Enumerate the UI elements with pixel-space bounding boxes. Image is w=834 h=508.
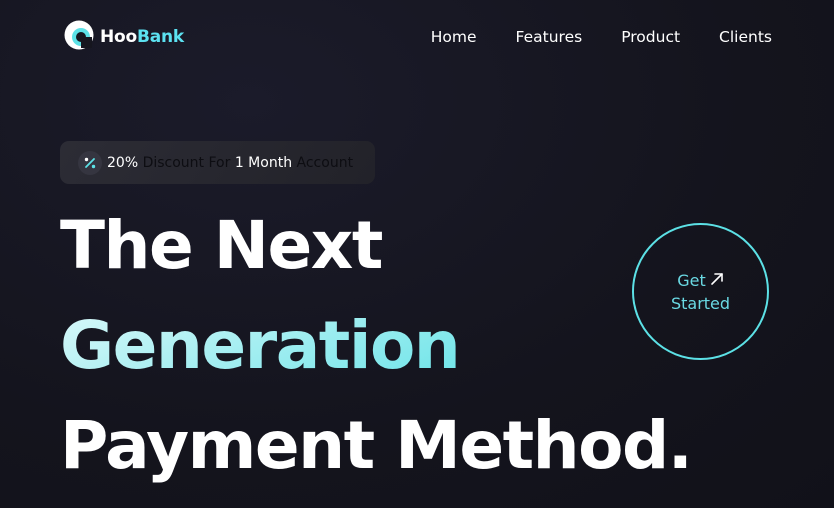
arrow-up-right-icon [710,269,724,292]
hero-heading: The Next Generation Payment Method. [60,196,693,496]
get-started-row-2: Started [671,292,730,315]
hero-line-1: The Next [60,207,383,284]
nav-links: Home Features Product Clients [431,28,772,46]
discount-duration: 1 Month [234,154,293,171]
landing-page: HooBank Home Features Product Clients 20… [0,0,834,508]
discount-text: Discount For [142,154,231,171]
nav-product-link[interactable]: Product [621,28,680,46]
brand-name-part2: Bank [137,27,185,47]
get-started-button[interactable]: Get Started [632,223,769,360]
navbar: HooBank Home Features Product Clients [62,18,772,56]
discount-banner: 20% Discount For 1 Month Account [60,141,375,184]
logo[interactable]: HooBank [62,18,184,56]
hero-line-3: Payment Method. [60,407,693,484]
discount-percent: 20% [107,154,139,171]
hero-line-2: Generation [60,296,691,396]
discount-icon [78,150,102,175]
get-started-row-1: Get [677,269,724,292]
brand-name-part1: Hoo [100,27,137,47]
discount-account-text: Account [296,154,354,171]
get-started-label-line2: Started [670,293,731,313]
brand-name: HooBank [100,27,184,47]
hoobank-logo-icon [62,18,96,56]
nav-clients-link[interactable]: Clients [719,28,772,46]
nav-features-link[interactable]: Features [516,28,583,46]
nav-home-link[interactable]: Home [431,28,477,46]
get-started-label-line1: Get [677,270,706,290]
